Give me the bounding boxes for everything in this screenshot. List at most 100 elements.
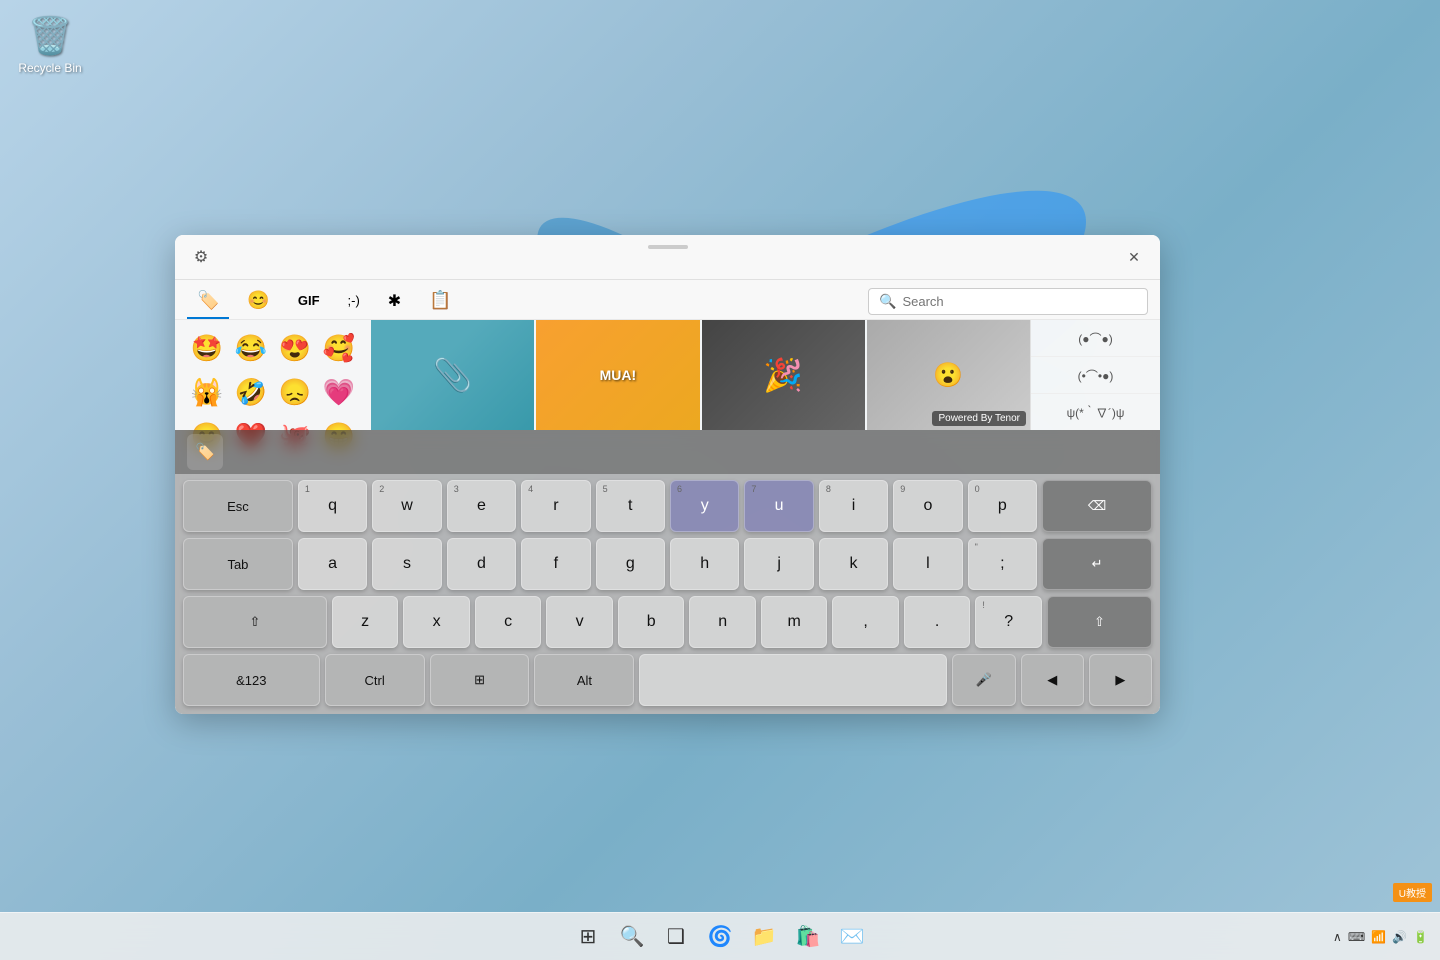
key-i[interactable]: 8i [819, 480, 888, 532]
tab-smiley[interactable]: 😊 [237, 284, 279, 319]
recycle-bin-label: Recycle Bin [18, 61, 81, 75]
search-input[interactable] [902, 294, 1137, 309]
gif-item-3[interactable]: 🎉 [702, 320, 865, 430]
recycle-bin-icon: 🗑️ [28, 15, 73, 57]
tab-bar: 🏷️ 😊 GIF ;-) ✱ 📋 🔍 [175, 280, 1160, 320]
key-d[interactable]: d [447, 538, 516, 590]
key-j[interactable]: j [744, 538, 813, 590]
key-symbols[interactable]: &123 [183, 654, 320, 706]
key-tab[interactable]: Tab [183, 538, 293, 590]
tab-clipboard[interactable]: 📋 [419, 284, 461, 319]
taskbar-systray: ∧ ⌨ 📶 🔊 🔋 [1333, 930, 1428, 944]
taskbar-battery[interactable]: 🔋 [1413, 930, 1428, 944]
key-esc[interactable]: Esc [183, 480, 293, 532]
keyboard-section: 🏷️ Esc 1q 2w 3e 4r 5t 6y 7u 8i 9o 0p ⌫ T… [175, 430, 1160, 714]
taskbar-right: ∧ ⌨ 📶 🔊 🔋 [1333, 930, 1428, 944]
key-l[interactable]: l [893, 538, 962, 590]
key-c[interactable]: c [475, 596, 542, 648]
emoji-cell[interactable]: 😂 [231, 328, 271, 368]
key-u[interactable]: 7u [744, 480, 813, 532]
kaomoji-item-3[interactable]: ψ(*｀∇´)ψ [1031, 394, 1160, 430]
tab-symbols[interactable]: ✱ [378, 285, 411, 319]
emoji-cell[interactable]: 🤣 [231, 372, 271, 412]
drag-handle [648, 245, 688, 249]
key-semicolon[interactable]: "; [968, 538, 1037, 590]
tab-emoji[interactable]: 🏷️ [187, 284, 229, 319]
taskbar: ⊞ 🔍 ❑ 🌀 📁 🛍️ ✉️ ∧ ⌨ 📶 🔊 🔋 [0, 912, 1440, 960]
key-g[interactable]: g [596, 538, 665, 590]
key-row-1: Esc 1q 2w 3e 4r 5t 6y 7u 8i 9o 0p ⌫ [183, 480, 1152, 532]
taskbar-store[interactable]: 🛍️ [788, 917, 828, 957]
close-button[interactable]: ✕ [1120, 243, 1148, 271]
kaomoji-area: (●⌒●) (•⌒•●) ψ(*｀∇´)ψ [1030, 320, 1160, 430]
tab-gif[interactable]: GIF [288, 287, 330, 316]
key-win[interactable]: ⊞ [430, 654, 530, 706]
taskbar-mail[interactable]: ✉️ [832, 917, 872, 957]
key-backspace[interactable]: ⌫ [1042, 480, 1152, 532]
key-alt[interactable]: Alt [534, 654, 634, 706]
taskbar-center: ⊞ 🔍 ❑ 🌀 📁 🛍️ ✉️ [568, 917, 872, 957]
gif-item-1[interactable]: 📎 [371, 320, 534, 430]
key-k[interactable]: k [819, 538, 888, 590]
emoji-cell[interactable]: 🙀 [187, 372, 227, 412]
key-mic[interactable]: 🎤 [952, 654, 1015, 706]
tab-kaomoji[interactable]: ;-) [338, 287, 370, 316]
key-question[interactable]: !? [975, 596, 1042, 648]
taskbar-explorer[interactable]: 📁 [744, 917, 784, 957]
key-p[interactable]: 0p [968, 480, 1037, 532]
key-b[interactable]: b [618, 596, 685, 648]
taskbar-volume[interactable]: 🔊 [1392, 930, 1407, 944]
key-y[interactable]: 6y [670, 480, 739, 532]
recycle-bin[interactable]: 🗑️ Recycle Bin [15, 15, 85, 75]
key-enter[interactable]: ↵ [1042, 538, 1152, 590]
emoji-cell[interactable]: 🥰 [319, 328, 359, 368]
key-ctrl[interactable]: Ctrl [325, 654, 425, 706]
systray-chevron[interactable]: ∧ [1333, 930, 1342, 944]
watermark: U教授 [1393, 883, 1432, 902]
key-t[interactable]: 5t [596, 480, 665, 532]
panel-header: ⚙ ✕ [175, 235, 1160, 280]
key-m[interactable]: m [761, 596, 828, 648]
key-r[interactable]: 4r [521, 480, 590, 532]
keyboard-rows: Esc 1q 2w 3e 4r 5t 6y 7u 8i 9o 0p ⌫ Tab … [175, 474, 1160, 714]
key-w[interactable]: 2w [372, 480, 441, 532]
key-h[interactable]: h [670, 538, 739, 590]
emoji-cell[interactable]: 😞 [275, 372, 315, 412]
key-f[interactable]: f [521, 538, 590, 590]
key-z[interactable]: z [332, 596, 399, 648]
key-x[interactable]: x [403, 596, 470, 648]
key-o[interactable]: 9o [893, 480, 962, 532]
key-v[interactable]: v [546, 596, 613, 648]
key-right[interactable]: ▶ [1089, 654, 1152, 706]
powered-by-tenor: Powered By Tenor [932, 411, 1026, 426]
key-e[interactable]: 3e [447, 480, 516, 532]
gif-item-2[interactable]: MUA! [536, 320, 699, 430]
emoji-cell[interactable]: 😍 [275, 328, 315, 368]
taskbar-search[interactable]: 🔍 [612, 917, 652, 957]
taskbar-wifi[interactable]: 📶 [1371, 930, 1386, 944]
key-shift-right[interactable]: ⇧ [1047, 596, 1152, 648]
settings-button[interactable]: ⚙ [187, 243, 215, 271]
emoji-cell[interactable]: 🤩 [187, 328, 227, 368]
key-q[interactable]: 1q [298, 480, 367, 532]
key-period[interactable]: . [904, 596, 971, 648]
emoji-cell[interactable]: 💗 [319, 372, 359, 412]
key-left[interactable]: ◀ [1021, 654, 1084, 706]
key-row-3: ⇧ z x c v b n m , . !? ⇧ [183, 596, 1152, 648]
key-shift-left[interactable]: ⇧ [183, 596, 327, 648]
taskbar-edge[interactable]: 🌀 [700, 917, 740, 957]
keyboard-header: 🏷️ [175, 430, 1160, 474]
key-comma[interactable]: , [832, 596, 899, 648]
kaomoji-item-2[interactable]: (•⌒•●) [1031, 357, 1160, 394]
kaomoji-item-1[interactable]: (●⌒●) [1031, 320, 1160, 357]
key-s[interactable]: s [372, 538, 441, 590]
emoji-grid: 🤩 😂 😍 🥰 🙀 🤣 😞 💗 😊 ❤️ 🐙 😁 [175, 320, 371, 430]
key-row-2: Tab a s d f g h j k l "; ↵ [183, 538, 1152, 590]
taskbar-keyboard[interactable]: ⌨ [1348, 930, 1365, 944]
taskbar-start[interactable]: ⊞ [568, 917, 608, 957]
keyboard-mode-button[interactable]: 🏷️ [187, 434, 223, 470]
key-n[interactable]: n [689, 596, 756, 648]
key-a[interactable]: a [298, 538, 367, 590]
taskbar-taskview[interactable]: ❑ [656, 917, 696, 957]
key-space[interactable] [639, 654, 947, 706]
